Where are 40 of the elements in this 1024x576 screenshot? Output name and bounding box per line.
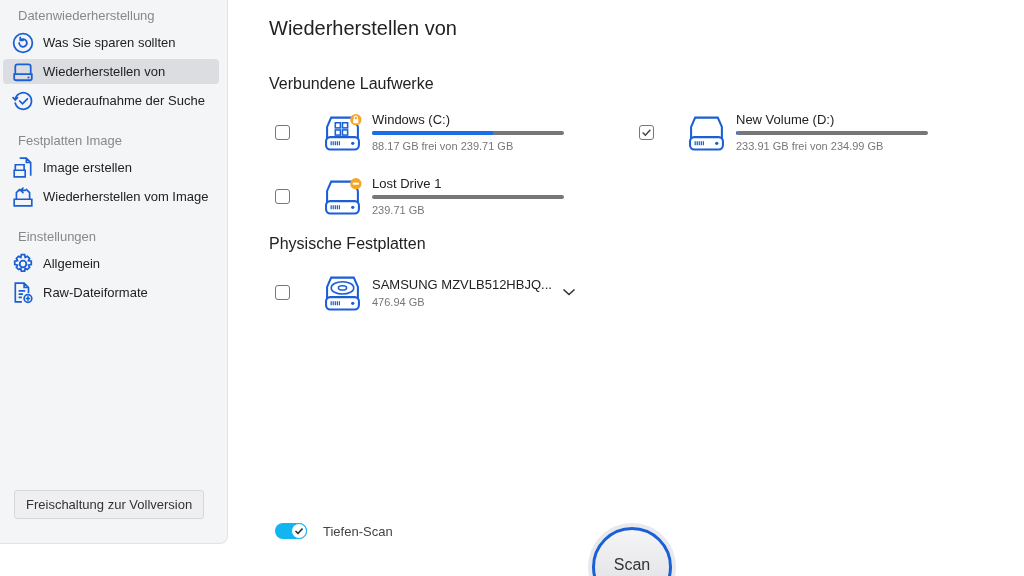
drive-icon <box>12 60 34 83</box>
sidebar-section-title: Festplatten Image <box>17 133 124 150</box>
checkbox[interactable] <box>639 124 654 140</box>
checkbox[interactable] <box>275 284 290 300</box>
hard-drive-lock-icon <box>324 113 362 151</box>
drive-name: New Volume (D:) <box>736 112 836 127</box>
upgrade-button[interactable]: Freischaltung zur Vollversion <box>14 490 205 519</box>
page-title: Wiederherstellen von <box>269 17 458 40</box>
drive-size: 233.91 GB frei von 234.99 GB <box>736 140 885 152</box>
sidebar-section-title: Datenwiederherstellung <box>17 8 156 25</box>
hard-drive-minus-icon <box>324 177 362 215</box>
deep-scan-toggle[interactable] <box>275 523 307 539</box>
scan-button[interactable]: Scan <box>592 527 672 576</box>
restore-icon <box>12 31 34 54</box>
sidebar-item[interactable]: Allgemein <box>3 251 219 276</box>
drive-document-icon <box>12 156 34 179</box>
sidebar-item[interactable]: Was Sie sparen sollten <box>3 30 219 55</box>
drive-size: 476.94 GB <box>372 295 426 308</box>
sidebar-item[interactable]: Wiederherstellen vom Image <box>3 184 219 209</box>
drive-name: Windows (C:) <box>372 112 451 127</box>
file-add-icon <box>12 281 34 304</box>
drive-upload-icon <box>12 185 34 208</box>
settings-icon <box>12 252 34 275</box>
sidebar-item[interactable]: Image erstellen <box>3 155 219 180</box>
sidebar-item[interactable]: Wiederherstellen von <box>3 59 219 84</box>
drive-name: Lost Drive 1 <box>372 176 443 191</box>
drive-size: 239.71 GB <box>372 204 426 216</box>
section-title: Physische Festplatten <box>269 235 427 253</box>
checkbox[interactable] <box>275 188 290 204</box>
drive-name: SAMSUNG MZVLB512HBJQ... <box>372 276 553 292</box>
section-title: Verbundene Laufwerke <box>269 75 435 93</box>
drive-size: 88.17 GB frei von 239.71 GB <box>372 140 515 152</box>
sidebar-section-title: Einstellungen <box>17 229 98 246</box>
resume-icon <box>12 89 34 112</box>
check-icon <box>294 526 304 536</box>
chevron-down-icon[interactable] <box>562 287 576 297</box>
checkbox[interactable] <box>275 124 290 140</box>
sidebar-item[interactable]: Wiederaufnahme der Suche <box>3 88 219 113</box>
toggle-label: Tiefen-Scan <box>323 523 393 539</box>
sidebar-item[interactable]: Raw-Dateiformate <box>3 280 219 305</box>
